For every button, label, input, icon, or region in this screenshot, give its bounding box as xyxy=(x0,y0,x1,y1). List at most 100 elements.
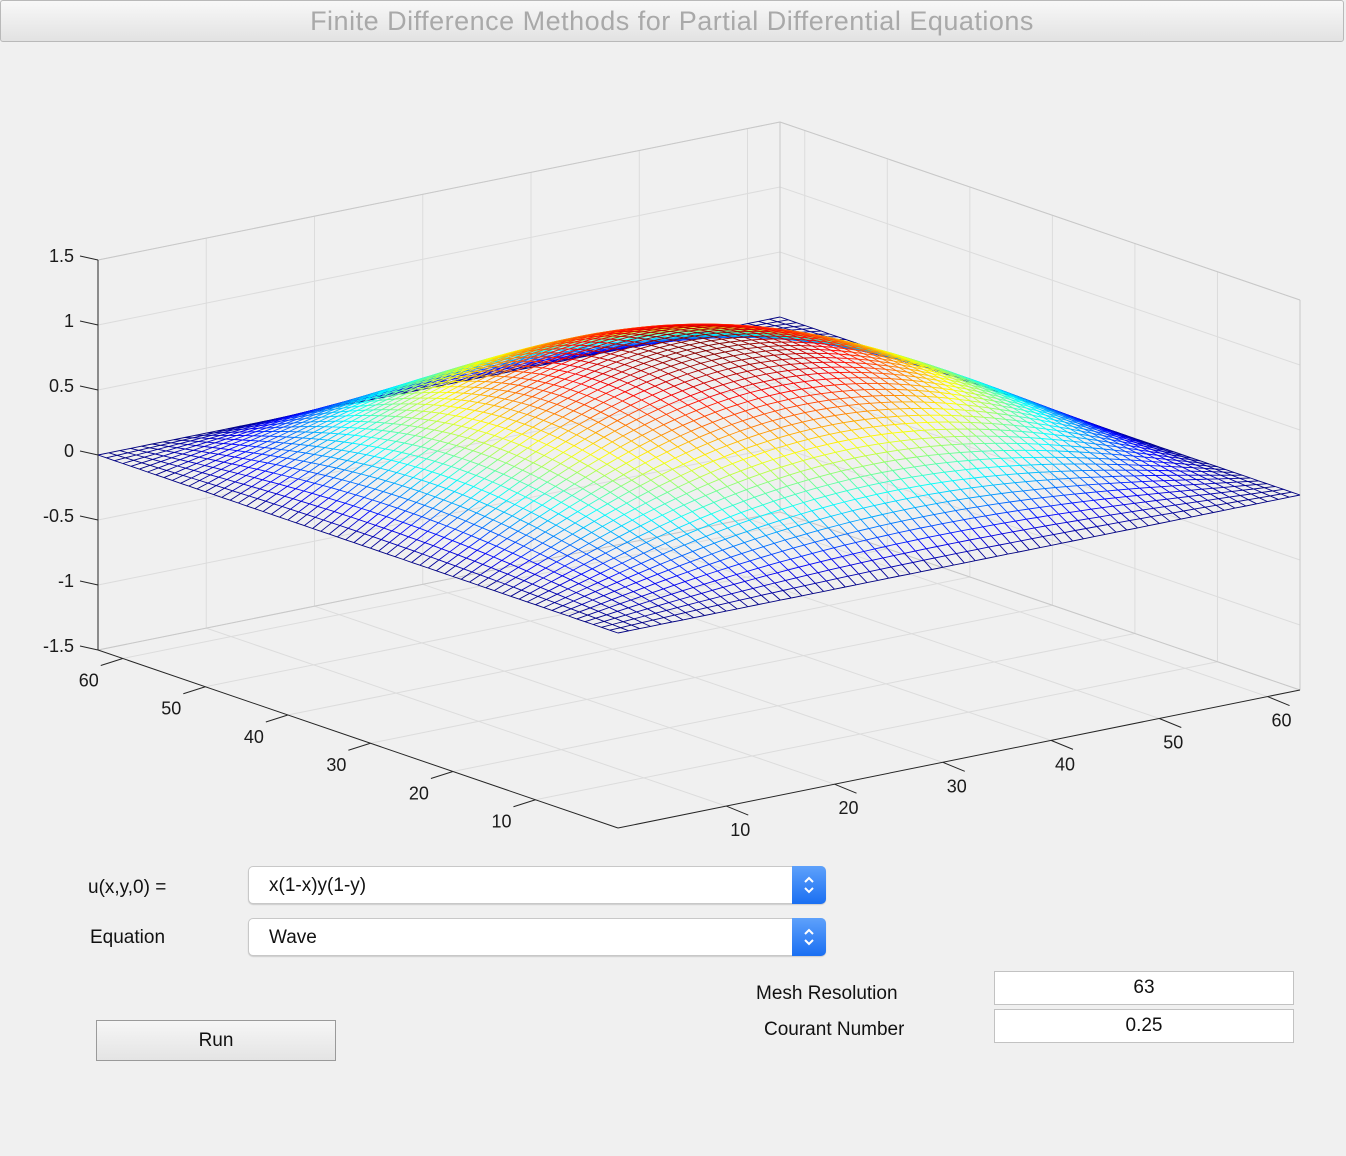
mesh-segment xyxy=(218,449,230,455)
mesh-segment xyxy=(806,352,816,359)
mesh-segment xyxy=(1139,486,1151,489)
mesh-segment xyxy=(880,377,892,380)
mesh-segment xyxy=(738,366,748,372)
mesh-segment xyxy=(250,440,259,442)
mesh-segment xyxy=(817,373,827,380)
mesh-segment xyxy=(692,359,701,364)
axes-box-edge xyxy=(97,121,781,261)
mesh-segment xyxy=(518,384,527,388)
mesh-segment xyxy=(793,357,804,360)
mesh-segment xyxy=(357,427,366,430)
mesh-segment xyxy=(847,377,857,385)
mesh-segment xyxy=(787,368,799,372)
mesh-segment xyxy=(777,319,789,323)
mesh-segment xyxy=(616,357,628,363)
mesh-segment xyxy=(474,381,486,388)
mesh-segment xyxy=(231,443,240,446)
mesh-segment xyxy=(302,437,312,440)
mesh-segment xyxy=(793,325,805,328)
mesh-segment xyxy=(681,341,690,346)
mesh-segment xyxy=(765,350,775,356)
mesh-segment xyxy=(198,441,207,443)
mesh-segment xyxy=(836,378,846,385)
mesh-segment xyxy=(187,444,197,447)
mesh-segment xyxy=(479,388,492,396)
mesh-segment xyxy=(329,426,342,434)
mesh-segment xyxy=(834,383,846,386)
mesh-segment xyxy=(223,443,232,445)
mesh-segment xyxy=(556,371,568,378)
mesh-segment xyxy=(1217,478,1227,484)
mesh-segment xyxy=(346,434,355,436)
mesh-segment xyxy=(283,436,295,444)
mesh-segment xyxy=(1248,497,1260,501)
mesh-segment xyxy=(759,342,769,347)
mesh-segment xyxy=(165,447,178,452)
surface-mesh xyxy=(97,316,1301,634)
mesh-segment xyxy=(599,353,611,359)
mesh-segment xyxy=(656,352,666,357)
mesh-segment xyxy=(141,462,151,466)
mesh-segment xyxy=(810,330,822,333)
mesh-segment xyxy=(1275,486,1284,490)
mesh-segment xyxy=(1207,499,1217,506)
mesh-segment xyxy=(1258,480,1268,485)
mesh-segment xyxy=(482,387,492,390)
mesh-segment xyxy=(176,447,186,450)
back-grid-line xyxy=(97,251,1301,431)
mesh-segment xyxy=(732,337,742,342)
mesh-segment xyxy=(152,441,164,445)
surface-plot[interactable]: 1.510.50-0.5-1-1.51020304050601020304050… xyxy=(0,0,1346,860)
mesh-segment xyxy=(348,421,361,428)
mesh-segment xyxy=(1082,470,1091,478)
mesh-segment xyxy=(1196,501,1206,508)
mesh-segment xyxy=(349,427,358,429)
mesh-segment xyxy=(607,355,619,361)
mesh-segment xyxy=(932,408,941,416)
mesh-segment xyxy=(721,338,731,343)
mesh-segment xyxy=(755,323,767,326)
mesh-segment xyxy=(190,455,200,458)
mesh-segment xyxy=(1068,451,1077,459)
mesh-segment xyxy=(125,454,137,459)
mesh-segment xyxy=(1084,463,1094,471)
mesh-segment xyxy=(242,457,252,461)
mesh-segment xyxy=(646,352,658,358)
mesh-segment xyxy=(670,365,680,371)
mesh-segment xyxy=(395,416,404,418)
mesh-segment xyxy=(1199,494,1208,501)
mesh-segment xyxy=(921,408,931,416)
mesh-segment xyxy=(626,353,639,359)
floor-grid-line xyxy=(314,605,835,785)
mesh-segment xyxy=(547,356,556,359)
mesh-segment xyxy=(441,398,454,406)
mesh-segment xyxy=(1187,474,1197,480)
mesh-segment xyxy=(793,326,803,330)
mesh-segment xyxy=(1272,490,1282,495)
mesh-segment xyxy=(605,366,614,370)
mesh-segment xyxy=(444,392,456,400)
mesh-segment xyxy=(300,444,309,446)
mesh-segment xyxy=(789,345,799,350)
mesh-segment xyxy=(237,450,246,453)
mesh-segment xyxy=(564,373,576,380)
mesh-segment xyxy=(821,330,830,335)
mesh-segment xyxy=(866,383,876,390)
mesh-segment xyxy=(539,373,549,376)
mesh-segment xyxy=(694,350,707,354)
mesh-segment xyxy=(130,445,142,449)
mesh-segment xyxy=(924,401,935,404)
mesh-segment xyxy=(1158,492,1168,500)
mesh-segment xyxy=(184,445,197,450)
mesh-segment xyxy=(289,450,298,453)
mesh-segment xyxy=(1226,503,1236,509)
mesh-segment xyxy=(1188,494,1200,497)
mesh-segment xyxy=(792,358,802,364)
mesh-segment xyxy=(1092,470,1102,478)
mesh-segment xyxy=(1139,487,1149,495)
mesh-segment xyxy=(209,448,221,454)
mesh-segment xyxy=(1204,482,1216,485)
mesh-segment xyxy=(221,463,233,470)
mesh-segment xyxy=(493,376,505,383)
mesh-segment xyxy=(591,355,600,359)
